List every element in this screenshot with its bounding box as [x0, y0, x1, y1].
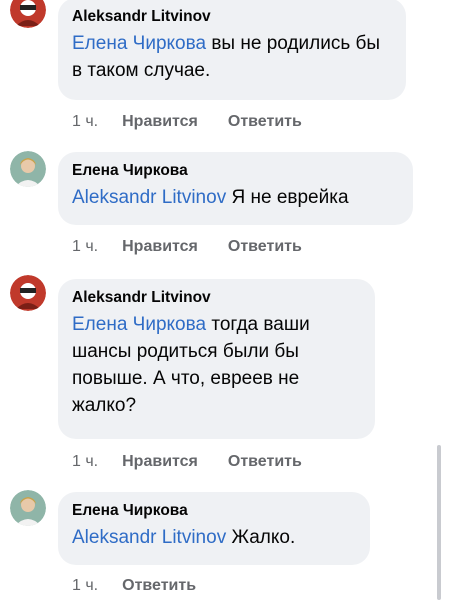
comment-author[interactable]: Aleksandr Litvinov	[72, 7, 392, 27]
reply-button[interactable]: Ответить	[228, 112, 302, 132]
comment-text: Елена Чиркова вы не родились бы в таком …	[72, 33, 381, 81]
comment-time[interactable]: 1 ч.	[72, 452, 98, 472]
red-masked-avatar-icon[interactable]	[10, 275, 46, 311]
scrollbar[interactable]	[437, 445, 441, 600]
comment-time[interactable]: 1 ч.	[72, 576, 98, 596]
reply-button[interactable]: Ответить	[228, 452, 302, 472]
comment-bubble: Елена Чиркова Aleksandr Litvinov Я не ев…	[58, 152, 413, 225]
reply-button[interactable]: Ответить	[122, 576, 196, 596]
comment-time[interactable]: 1 ч.	[72, 237, 98, 257]
reply-button[interactable]: Ответить	[228, 237, 302, 257]
comment-author[interactable]: Aleksandr Litvinov	[72, 288, 361, 308]
mention-link[interactable]: Елена Чиркова	[72, 33, 206, 54]
comment-actions: 1 ч. Нравится Ответить	[72, 237, 302, 257]
woman-photo-avatar-icon[interactable]	[10, 151, 46, 187]
comment-time[interactable]: 1 ч.	[72, 112, 98, 132]
mention-link[interactable]: Елена Чиркова	[72, 314, 206, 335]
mention-link[interactable]: Aleksandr Litvinov	[72, 187, 226, 208]
woman-photo-avatar-icon[interactable]	[10, 490, 46, 526]
comment-actions: 1 ч. Ответить	[72, 576, 196, 596]
like-button[interactable]: Нравится	[122, 112, 198, 132]
comment-bubble: Aleksandr Litvinov Елена Чиркова вы не р…	[58, 0, 406, 100]
like-button[interactable]: Нравится	[122, 237, 198, 257]
mention-link[interactable]: Aleksandr Litvinov	[72, 527, 226, 548]
comment-bubble: Aleksandr Litvinov Елена Чиркова тогда в…	[58, 279, 375, 439]
comment-text: Елена Чиркова тогда ваши шансы родиться …	[72, 314, 310, 416]
comment-author[interactable]: Елена Чиркова	[72, 501, 356, 521]
red-masked-avatar-icon[interactable]	[10, 0, 46, 28]
comment-text: Aleksandr Litvinov Я не еврейка	[72, 187, 349, 208]
comment-actions: 1 ч. Нравится Ответить	[72, 452, 302, 472]
comment-text: Aleksandr Litvinov Жалко.	[72, 527, 296, 548]
like-button[interactable]: Нравится	[122, 452, 198, 472]
comment-actions: 1 ч. Нравится Ответить	[72, 112, 302, 132]
comment-author[interactable]: Елена Чиркова	[72, 161, 399, 181]
comment-bubble: Елена Чиркова Aleksandr Litvinov Жалко.	[58, 492, 370, 565]
